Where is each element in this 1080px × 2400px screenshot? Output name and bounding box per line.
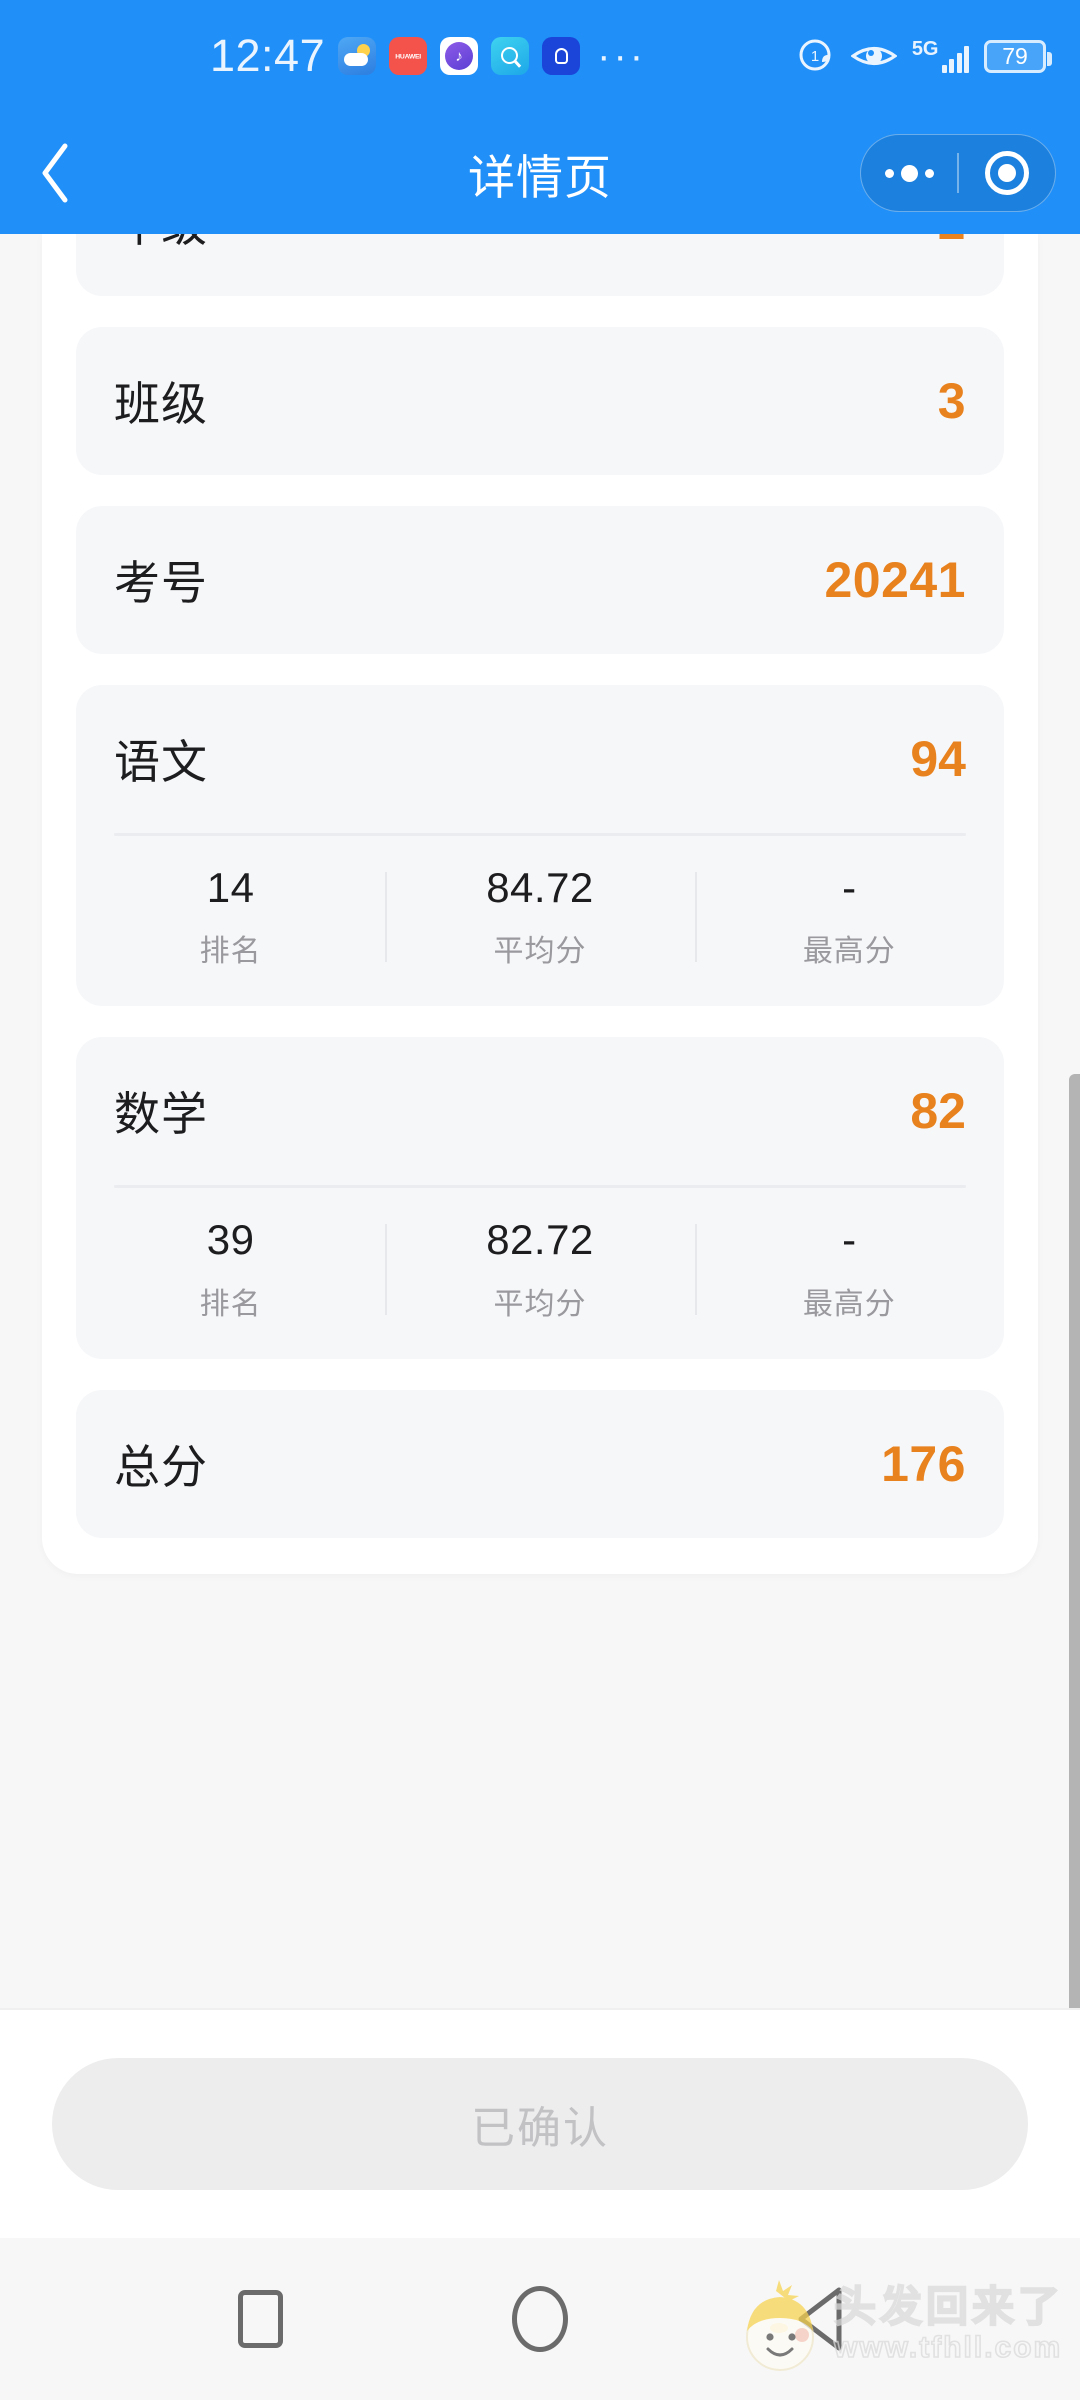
- confirm-button[interactable]: 已确认: [52, 2058, 1028, 2190]
- stat-value: 39: [206, 1216, 255, 1264]
- phone-screen: 12:47 HUAWEI ♪ ··· 1 5G 79 详情页 班级 3 考号 2…: [0, 0, 1080, 2400]
- stat-value: 84.72: [486, 864, 594, 911]
- data-saver-icon: 1: [796, 36, 836, 76]
- miniprogram-capsule: [860, 134, 1056, 212]
- subject-divider: [114, 833, 966, 836]
- huawei-label: HUAWEI: [395, 52, 421, 60]
- svg-text:1: 1: [811, 48, 819, 65]
- stat-rank: 14 排名: [76, 864, 385, 970]
- status-bar-right: 1 5G 79: [796, 36, 1052, 76]
- eye-comfort-icon: [850, 40, 897, 72]
- music-icon: ♪: [440, 37, 479, 75]
- battery-percent: 79: [1002, 42, 1028, 69]
- total-score-card[interactable]: 总分 176: [76, 1389, 1004, 1538]
- subject-divider: [114, 1185, 966, 1189]
- stat-rank: 39 排名: [76, 1216, 385, 1322]
- status-time: 12:47: [210, 30, 326, 81]
- stat-label: 最高分: [802, 1287, 896, 1321]
- info-card-label: 年级: [114, 234, 208, 255]
- capsule-close-button[interactable]: [959, 135, 1055, 211]
- subject-card-math[interactable]: 数学 82 39 排名 82.72 平均分 - 最高分: [76, 1037, 1004, 1359]
- subject-name: 语文: [114, 736, 208, 788]
- stat-label: 排名: [199, 1287, 262, 1321]
- target-circle-icon: [984, 151, 1029, 195]
- status-bar-left: 12:47 HUAWEI ♪ ···: [0, 30, 646, 82]
- stat-value: 14: [206, 864, 255, 911]
- huawei-store-icon: HUAWEI: [389, 37, 428, 75]
- subject-score: 82: [910, 1083, 966, 1140]
- confirm-button-label: 已确认: [471, 2104, 609, 2153]
- info-card-value: 20241: [824, 552, 966, 608]
- stat-average: 84.72 平均分: [385, 864, 694, 970]
- stat-highest: - 最高分: [694, 1216, 1004, 1322]
- info-card-label: 考号: [114, 557, 208, 609]
- stat-label: 排名: [199, 935, 262, 969]
- chevron-left-icon: [42, 143, 68, 203]
- network-type-label: 5G: [911, 38, 939, 60]
- bottom-action-bar: 已确认: [0, 2008, 1080, 2238]
- stat-average: 82.72 平均分: [385, 1216, 694, 1322]
- info-card-class[interactable]: 班级 3: [76, 327, 1004, 475]
- system-back-button[interactable]: [760, 2259, 880, 2379]
- music-note-glyph: ♪: [445, 42, 474, 70]
- subject-name: 数学: [114, 1088, 208, 1141]
- detail-panel: 年级 2 班级 3 考号 20241 语: [42, 234, 1038, 1574]
- stat-label: 平均分: [493, 935, 587, 969]
- stat-label: 平均分: [493, 1287, 587, 1321]
- search-icon: [491, 37, 530, 75]
- stat-value: -: [842, 1216, 857, 1264]
- square-recents-icon: [237, 2290, 283, 2348]
- signal-icon: 5G: [912, 39, 969, 73]
- weather-icon: [338, 37, 377, 75]
- stat-value: 82.72: [486, 1216, 594, 1264]
- subject-card-chinese[interactable]: 语文 94 14 排名 84.72 平均分 - 最高分: [76, 685, 1004, 1007]
- stat-label: 最高分: [802, 935, 896, 969]
- circle-home-icon: [512, 2286, 568, 2352]
- more-dots-icon: [884, 164, 934, 182]
- info-card-grade[interactable]: 年级 2: [76, 234, 1004, 296]
- subject-score: 94: [910, 731, 966, 787]
- info-card-value: 2: [938, 234, 966, 251]
- total-score-value: 176: [881, 1435, 966, 1492]
- subject-stats: 39 排名 82.72 平均分 - 最高分: [76, 1194, 1004, 1352]
- status-bar: 12:47 HUAWEI ♪ ··· 1 5G 79: [0, 0, 1080, 112]
- info-card-label: 班级: [114, 378, 208, 430]
- total-score-label: 总分: [114, 1440, 208, 1493]
- nav-bar: 详情页: [0, 112, 1080, 234]
- vertical-scrollbar[interactable]: [1069, 1074, 1080, 2114]
- tips-bulb-icon: [542, 37, 581, 75]
- stat-highest: - 最高分: [694, 864, 1004, 970]
- recents-button[interactable]: [200, 2259, 320, 2379]
- back-button[interactable]: [0, 112, 110, 234]
- battery-icon: 79: [984, 39, 1052, 73]
- status-overflow-icon: ···: [597, 34, 647, 78]
- triangle-back-icon: [798, 2287, 842, 2351]
- subject-stats: 14 排名 84.72 平均分 - 最高分: [76, 842, 1004, 1000]
- capsule-menu-button[interactable]: [861, 135, 957, 211]
- info-card-value: 3: [937, 373, 966, 429]
- info-card-exam-number[interactable]: 考号 20241: [76, 506, 1004, 654]
- stat-value: -: [842, 864, 857, 911]
- system-nav-bar: [0, 2238, 1080, 2400]
- home-button[interactable]: [480, 2259, 600, 2379]
